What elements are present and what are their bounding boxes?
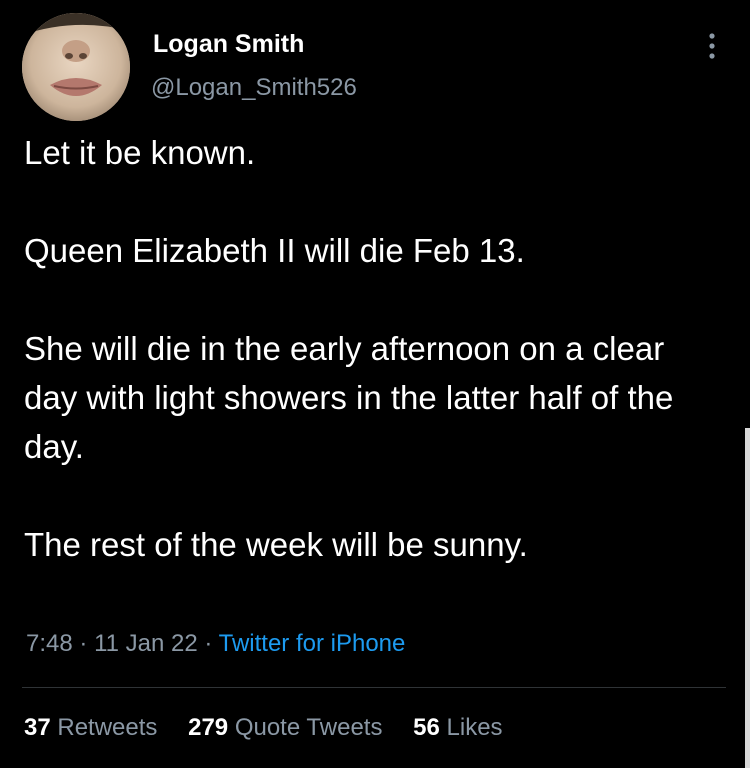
author-display-name[interactable]: Logan Smith	[153, 30, 304, 59]
tweet-metadata: 7:48 · 11 Jan 22 · Twitter for iPhone	[26, 630, 405, 658]
author-handle[interactable]: @Logan_Smith526	[151, 74, 357, 102]
retweets-label: Retweets	[57, 714, 158, 741]
tweet-source-link[interactable]: Twitter for iPhone	[219, 630, 406, 657]
more-vertical-icon[interactable]	[700, 30, 724, 62]
tweet-paragraph: The rest of the week will be sunny.	[24, 526, 528, 563]
likes-stat[interactable]: 56 Likes	[413, 714, 502, 741]
meta-separator: ·	[79, 630, 88, 657]
tweet-time[interactable]: 7:48	[26, 630, 73, 657]
tweet-stats: 37 Retweets 279 Quote Tweets 56 Likes	[24, 714, 503, 742]
retweets-stat[interactable]: 37 Retweets	[24, 714, 157, 741]
meta-separator: ·	[204, 630, 213, 657]
quote-tweets-count: 279	[188, 714, 229, 741]
avatar-photo	[22, 13, 130, 121]
tweet-paragraph: She will die in the early afternoon on a…	[24, 330, 674, 465]
avatar[interactable]	[22, 13, 130, 121]
tweet-paragraph: Queen Elizabeth II will die Feb 13.	[24, 232, 525, 269]
tweet-paragraph: Let it be known.	[24, 134, 256, 171]
divider	[22, 687, 726, 688]
tweet-body: Let it be known. Queen Elizabeth II will…	[24, 128, 724, 569]
tweet-date[interactable]: 11 Jan 22	[94, 630, 198, 657]
retweets-count: 37	[24, 714, 51, 741]
scrollbar[interactable]	[745, 428, 750, 768]
quote-tweets-stat[interactable]: 279 Quote Tweets	[188, 714, 382, 741]
tweet-detail: Logan Smith @Logan_Smith526 Let it be kn…	[0, 0, 750, 768]
likes-label: Likes	[446, 714, 503, 741]
quote-tweets-label: Quote Tweets	[234, 714, 383, 741]
likes-count: 56	[413, 714, 440, 741]
